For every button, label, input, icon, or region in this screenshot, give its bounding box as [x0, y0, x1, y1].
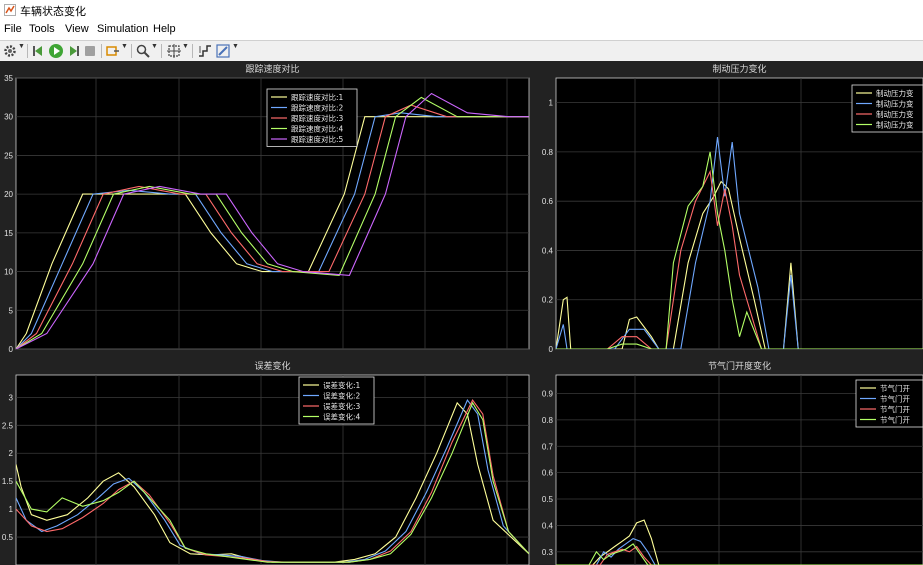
- brake-title: 制动压力变化: [712, 63, 766, 75]
- y-tick-label: 25: [4, 151, 13, 160]
- zoom-dropdown-icon[interactable]: ▼: [151, 43, 158, 50]
- error-axes: [15, 374, 530, 565]
- legend-label: 制动压力变: [876, 109, 914, 119]
- y-tick-label: 20: [4, 190, 13, 199]
- y-tick-label: 15: [4, 229, 13, 238]
- style-icon[interactable]: [215, 43, 231, 59]
- legend-label: 节气门开: [880, 415, 910, 425]
- speed-chart: 05101520253035跟踪速度对比跟踪速度对比:1跟踪速度对比:2跟踪速度…: [4, 63, 530, 354]
- y-tick-label: 1: [549, 99, 554, 108]
- y-tick-label: 30: [4, 113, 13, 122]
- legend-label: 跟踪速度对比:1: [291, 92, 344, 102]
- legend-label: 误差变化:3: [323, 401, 361, 411]
- legend-label: 制动压力变: [876, 120, 914, 130]
- y-tick-label: 0.4: [542, 521, 554, 530]
- step-forward-icon[interactable]: [65, 43, 81, 59]
- toolbar-separator: [192, 44, 193, 58]
- menu-tools[interactable]: Tools: [29, 23, 55, 35]
- y-tick-label: 0.6: [542, 469, 554, 478]
- legend-label: 节气门开: [880, 394, 910, 404]
- zoom-icon[interactable]: [135, 43, 151, 59]
- y-tick-label: 0.5: [2, 533, 14, 542]
- legend-label: 节气门开: [880, 404, 910, 414]
- title-bar: 车辆状态变化: [0, 0, 923, 20]
- y-tick-label: 3: [9, 393, 14, 402]
- highlight-icon[interactable]: [105, 43, 121, 59]
- throttle-chart: 0.30.40.50.60.70.80.9节气门开度变化节气门开节气门开节气门开…: [542, 360, 923, 565]
- error-chart: 0.511.522.53误差变化误差变化:1误差变化:2误差变化:3误差变化:4: [2, 360, 530, 565]
- menu-file[interactable]: File: [4, 23, 22, 35]
- cursor-measure-icon[interactable]: [197, 43, 213, 59]
- highlight-dropdown-icon[interactable]: ▼: [121, 43, 128, 50]
- y-tick-label: 5: [9, 306, 14, 315]
- legend-label: 误差变化:1: [323, 380, 361, 390]
- legend-label: 节气门开: [880, 383, 910, 393]
- toolbar-separator: [161, 44, 162, 58]
- y-tick-label: 0.5: [542, 495, 554, 504]
- toolbar-separator: [27, 44, 28, 58]
- fit-dropdown-icon[interactable]: ▼: [182, 43, 189, 50]
- y-tick-label: 2: [9, 449, 14, 458]
- legend-label: 跟踪速度对比:2: [291, 103, 344, 113]
- y-tick-label: 1: [9, 505, 14, 514]
- brake-legend: 制动压力变制动压力变制动压力变制动压力变: [851, 84, 923, 133]
- y-tick-label: 0: [549, 345, 554, 354]
- legend-label: 制动压力变: [876, 88, 914, 98]
- throttle-title: 节气门开度变化: [708, 360, 771, 372]
- scope-plots: 05101520253035跟踪速度对比跟踪速度对比:1跟踪速度对比:2跟踪速度…: [2, 63, 923, 565]
- y-tick-label: 0.7: [542, 442, 554, 451]
- speed-legend: 跟踪速度对比:1跟踪速度对比:2跟踪速度对比:3跟踪速度对比:4跟踪速度对比:5: [266, 88, 358, 147]
- legend-label: 跟踪速度对比:4: [291, 124, 344, 134]
- throttle-legend: 节气门开节气门开节气门开节气门开: [855, 379, 923, 428]
- style-dropdown-icon[interactable]: ▼: [232, 43, 239, 50]
- settings-icon[interactable]: [2, 43, 18, 59]
- legend-label: 跟踪速度对比:5: [291, 134, 344, 144]
- y-tick-label: 0.3: [542, 548, 554, 557]
- toolbar-separator: [101, 44, 102, 58]
- y-tick-label: 0.8: [542, 416, 554, 425]
- step-back-icon[interactable]: [31, 43, 47, 59]
- toolbar: ▼ ▼ ▼ ▼ ▼: [0, 40, 923, 62]
- stop-icon[interactable]: [82, 43, 98, 59]
- menu-simulation[interactable]: Simulation: [97, 23, 148, 35]
- y-tick-label: 10: [4, 268, 13, 277]
- y-tick-label: 0.2: [542, 296, 554, 305]
- menu-help[interactable]: Help: [153, 23, 176, 35]
- settings-dropdown-icon[interactable]: ▼: [18, 43, 25, 50]
- y-tick-label: 0.9: [542, 389, 554, 398]
- matlab-logo-icon: [4, 4, 16, 16]
- menu-bar: File Tools View Simulation Help: [0, 21, 923, 39]
- error-title: 误差变化: [254, 360, 290, 372]
- toolbar-separator: [131, 44, 132, 58]
- fit-icon[interactable]: [166, 43, 182, 59]
- y-tick-label: 2.5: [2, 421, 14, 430]
- legend-label: 误差变化:2: [323, 391, 361, 401]
- brake-chart: 00.20.40.60.81制动压力变化制动压力变制动压力变制动压力变制动压力变: [542, 63, 923, 354]
- y-tick-label: 35: [4, 74, 13, 83]
- legend-label: 制动压力变: [876, 99, 914, 109]
- y-tick-label: 0.8: [542, 148, 554, 157]
- scope-plot-area: 0 5 10 15 20 25 30 35 跟踪速度对比 跟踪速度对比:1 跟踪速度对比:2 跟踪速度…: [0, 61, 923, 565]
- y-tick-label: 1.5: [2, 477, 14, 486]
- legend-label: 误差变化:4: [323, 412, 361, 422]
- menu-view[interactable]: View: [65, 23, 89, 35]
- error-legend: 误差变化:1误差变化:2误差变化:3误差变化:4: [298, 376, 375, 425]
- y-tick-label: 0.6: [542, 197, 554, 206]
- y-tick-label: 0.4: [542, 246, 554, 255]
- legend-label: 跟踪速度对比:3: [291, 113, 344, 123]
- window-title: 车辆状态变化: [20, 6, 86, 18]
- y-tick-label: 0: [9, 345, 14, 354]
- run-icon[interactable]: [48, 43, 64, 59]
- speed-title: 跟踪速度对比: [245, 63, 299, 75]
